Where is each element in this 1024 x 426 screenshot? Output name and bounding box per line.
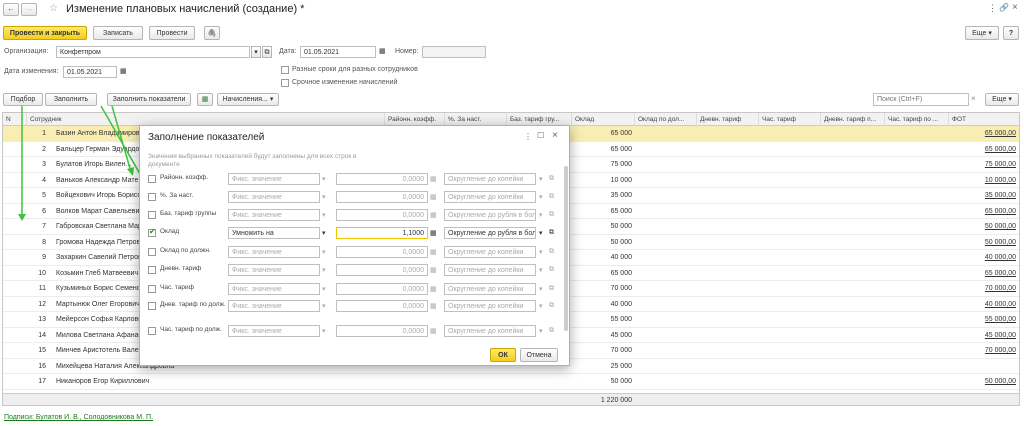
indicator-checkbox[interactable] (148, 193, 156, 201)
open-icon[interactable]: ⧉ (549, 266, 554, 274)
maximize-icon[interactable]: ☐ (537, 131, 544, 140)
dialog-title: Заполнение показателей (148, 132, 265, 143)
value-field[interactable]: 0,0000 (336, 191, 428, 203)
indicator-label: Оклад по должн. (160, 247, 211, 254)
arrow-head (127, 167, 134, 176)
chevron-down-icon[interactable]: ▾ (322, 193, 326, 201)
indicator-checkbox[interactable] (148, 175, 156, 183)
indicator-label: Дневн. тариф (160, 265, 202, 272)
mode-select[interactable]: Фикс. значение (228, 264, 320, 276)
indicator-checkbox[interactable] (148, 211, 156, 219)
calculator-icon[interactable]: ▦ (430, 229, 437, 237)
mode-select[interactable]: Умножить на (228, 227, 320, 239)
open-icon[interactable]: ⧉ (549, 302, 554, 310)
calculator-icon[interactable]: ▦ (430, 285, 437, 293)
chevron-down-icon[interactable]: ▾ (539, 327, 543, 335)
chevron-down-icon[interactable]: ▾ (539, 302, 543, 310)
indicator-checkbox[interactable] (148, 285, 156, 293)
mode-select[interactable]: Фикс. значение (228, 173, 320, 185)
chevron-down-icon[interactable]: ▾ (322, 266, 326, 274)
calculator-icon[interactable]: ▦ (430, 248, 437, 256)
value-field[interactable]: 0,0000 (336, 173, 428, 185)
arrow-head (18, 214, 26, 221)
open-icon[interactable]: ⧉ (549, 327, 554, 335)
mode-select[interactable]: Фикс. значение (228, 246, 320, 258)
indicator-label: %. За наст. (160, 192, 194, 199)
rounding-select[interactable]: Округление до копейки (444, 300, 536, 312)
ok-button[interactable]: ОК (490, 348, 516, 362)
value-field[interactable]: 0,0000 (336, 325, 428, 337)
chevron-down-icon[interactable]: ▾ (322, 248, 326, 256)
rounding-select[interactable]: Округление до копейки (444, 325, 536, 337)
indicator-label: Районн. коэфф. (160, 174, 209, 181)
open-icon[interactable]: ⧉ (549, 193, 554, 201)
indicator-label: Оклад (160, 228, 180, 235)
open-icon[interactable]: ⧉ (549, 229, 554, 237)
chevron-down-icon[interactable]: ▾ (322, 175, 326, 183)
open-icon[interactable]: ⧉ (549, 211, 554, 219)
value-field[interactable]: 0,0000 (336, 300, 428, 312)
chevron-down-icon[interactable]: ▾ (322, 327, 326, 335)
chevron-down-icon[interactable]: ▾ (539, 175, 543, 183)
value-field[interactable]: 1,1000 (336, 227, 428, 239)
mode-select[interactable]: Фикс. значение (228, 283, 320, 295)
value-field[interactable]: 0,0000 (336, 264, 428, 276)
indicator-checkbox[interactable] (148, 248, 156, 256)
cancel-button[interactable]: Отмена (520, 348, 558, 362)
chevron-down-icon[interactable]: ▾ (322, 285, 326, 293)
indicator-checkbox[interactable] (148, 266, 156, 274)
value-field[interactable]: 0,0000 (336, 246, 428, 258)
rounding-select[interactable]: Округление до копейки (444, 264, 536, 276)
dialog-info: Значения выбранных показателей будут зап… (148, 153, 357, 168)
indicator-label: Час. тариф по долж. (160, 326, 222, 333)
open-icon[interactable]: ⧉ (549, 248, 554, 256)
value-field[interactable]: 0,0000 (336, 209, 428, 221)
calculator-icon[interactable]: ▦ (430, 302, 437, 310)
calculator-icon[interactable]: ▦ (430, 175, 437, 183)
dialog-menu-icon[interactable]: ⋮ (524, 132, 532, 141)
value-field[interactable]: 0,0000 (336, 283, 428, 295)
chevron-down-icon[interactable]: ▾ (322, 302, 326, 310)
indicator-label: Баз. тариф группы (160, 210, 217, 217)
calculator-icon[interactable]: ▦ (430, 193, 437, 201)
chevron-down-icon[interactable]: ▾ (539, 193, 543, 201)
rounding-select[interactable]: Округление до копейки (444, 283, 536, 295)
dialog-close-icon[interactable]: × (552, 130, 558, 141)
calculator-icon[interactable]: ▦ (430, 327, 437, 335)
dialog-scrollbar[interactable] (564, 166, 568, 331)
calculator-icon[interactable]: ▦ (430, 266, 437, 274)
mode-select[interactable]: Фикс. значение (228, 209, 320, 221)
chevron-down-icon[interactable]: ▾ (322, 229, 326, 237)
indicator-checkbox[interactable] (148, 227, 156, 237)
rounding-select[interactable]: Округление до рубля в бол (444, 209, 536, 221)
open-icon[interactable]: ⧉ (549, 285, 554, 293)
mode-select[interactable]: Фикс. значение (228, 300, 320, 312)
chevron-down-icon[interactable]: ▾ (322, 211, 326, 219)
rounding-select[interactable]: Округление до копейки (444, 173, 536, 185)
indicator-label: Час. тариф (160, 284, 194, 291)
indicator-checkbox[interactable] (148, 327, 156, 335)
calculator-icon[interactable]: ▦ (430, 211, 437, 219)
indicator-checkbox[interactable] (148, 302, 156, 310)
rounding-select[interactable]: Округление до рубля в бол (444, 227, 536, 239)
chevron-down-icon[interactable]: ▾ (539, 211, 543, 219)
indicator-label: Днев. тариф по долж. (160, 301, 226, 308)
fill-indicators-dialog[interactable]: Заполнение показателей ⋮ ☐ × Значения вы… (139, 125, 570, 366)
arrow-line (111, 105, 132, 173)
mode-select[interactable]: Фикс. значение (228, 191, 320, 203)
chevron-down-icon[interactable]: ▾ (539, 266, 543, 274)
rounding-select[interactable]: Округление до копейки (444, 246, 536, 258)
open-icon[interactable]: ⧉ (549, 175, 554, 183)
chevron-down-icon[interactable]: ▾ (539, 229, 543, 237)
rounding-select[interactable]: Округление до копейки (444, 191, 536, 203)
chevron-down-icon[interactable]: ▾ (539, 285, 543, 293)
chevron-down-icon[interactable]: ▾ (539, 248, 543, 256)
mode-select[interactable]: Фикс. значение (228, 325, 320, 337)
